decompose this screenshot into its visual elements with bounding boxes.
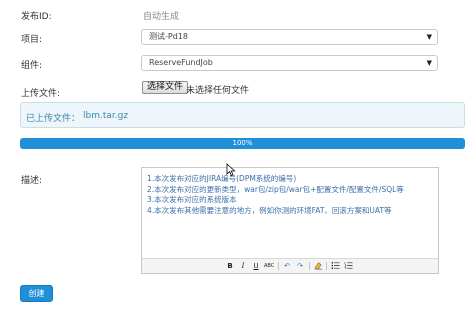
progress-text: 100% — [232, 139, 253, 147]
publish-form-page: 发布ID: 自动生成 项目: 测试-Pd18 ▼ 组件: ReserveFund… — [0, 0, 474, 313]
upload-progress-bar: 100% — [20, 138, 465, 149]
uploaded-file-name: lbm.tar.gz — [83, 111, 129, 121]
eraser-icon[interactable] — [313, 261, 323, 271]
editor-toolbar: B I U ABC ↶ ↷ — [142, 258, 438, 273]
toolbar-separator — [278, 262, 279, 270]
description-editor[interactable]: 1.本次发布对应的JIRA编号(DPM系统的编号) 2.本次发布对应的更新类型，… — [141, 167, 439, 274]
description-label: 描述: — [21, 176, 43, 186]
description-content[interactable]: 1.本次发布对应的JIRA编号(DPM系统的编号) 2.本次发布对应的更新类型，… — [147, 174, 432, 216]
toolbar-separator — [309, 262, 310, 270]
component-select[interactable]: ReserveFundJob ▼ — [141, 55, 438, 71]
file-status-text: 未选择任何文件 — [186, 86, 250, 96]
publish-id-label: 发布ID: — [21, 12, 52, 22]
strikethrough-icon[interactable]: ABC — [264, 261, 274, 271]
component-select-value: ReserveFundJob — [149, 58, 213, 67]
upload-progress: 100% — [20, 138, 465, 149]
uploaded-file-alert: 已上传文件： lbm.tar.gz — [20, 102, 465, 128]
project-select[interactable]: 测试-Pd18 ▼ — [141, 29, 438, 45]
uploaded-file-label: 已上传文件： — [26, 114, 81, 124]
description-line: 3.本次发布对应的系统版本 — [147, 195, 237, 204]
underline-icon[interactable]: U — [251, 261, 261, 271]
publish-id-value: 自动生成 — [143, 12, 180, 22]
bold-icon[interactable]: B — [225, 261, 235, 271]
toolbar-separator — [326, 262, 327, 270]
component-label: 组件: — [21, 61, 43, 71]
upload-label: 上传文件: — [21, 89, 61, 99]
chevron-down-icon: ▼ — [426, 59, 432, 67]
italic-icon[interactable]: I — [238, 261, 248, 271]
numbered-list-icon[interactable] — [343, 261, 353, 271]
chevron-down-icon: ▼ — [426, 33, 432, 41]
description-line: 1.本次发布对应的JIRA编号(DPM系统的编号) — [147, 174, 297, 183]
bullet-list-icon[interactable] — [330, 261, 340, 271]
choose-file-button[interactable]: 选择文件 — [142, 81, 189, 94]
description-line: 4.本次发布其他需要注意的地方，例如你测的环境FAT、回滚方案和UAT等 — [147, 205, 392, 215]
project-select-value: 测试-Pd18 — [149, 32, 188, 41]
description-line: 2.本次发布对应的更新类型，war包/zip包/war包+配置文件/配置文件/S… — [147, 184, 404, 194]
create-button[interactable]: 创建 — [20, 285, 53, 302]
undo-icon[interactable]: ↶ — [282, 261, 292, 271]
mouse-cursor-icon — [226, 163, 236, 180]
redo-icon[interactable]: ↷ — [295, 261, 305, 271]
project-label: 项目: — [21, 35, 43, 45]
